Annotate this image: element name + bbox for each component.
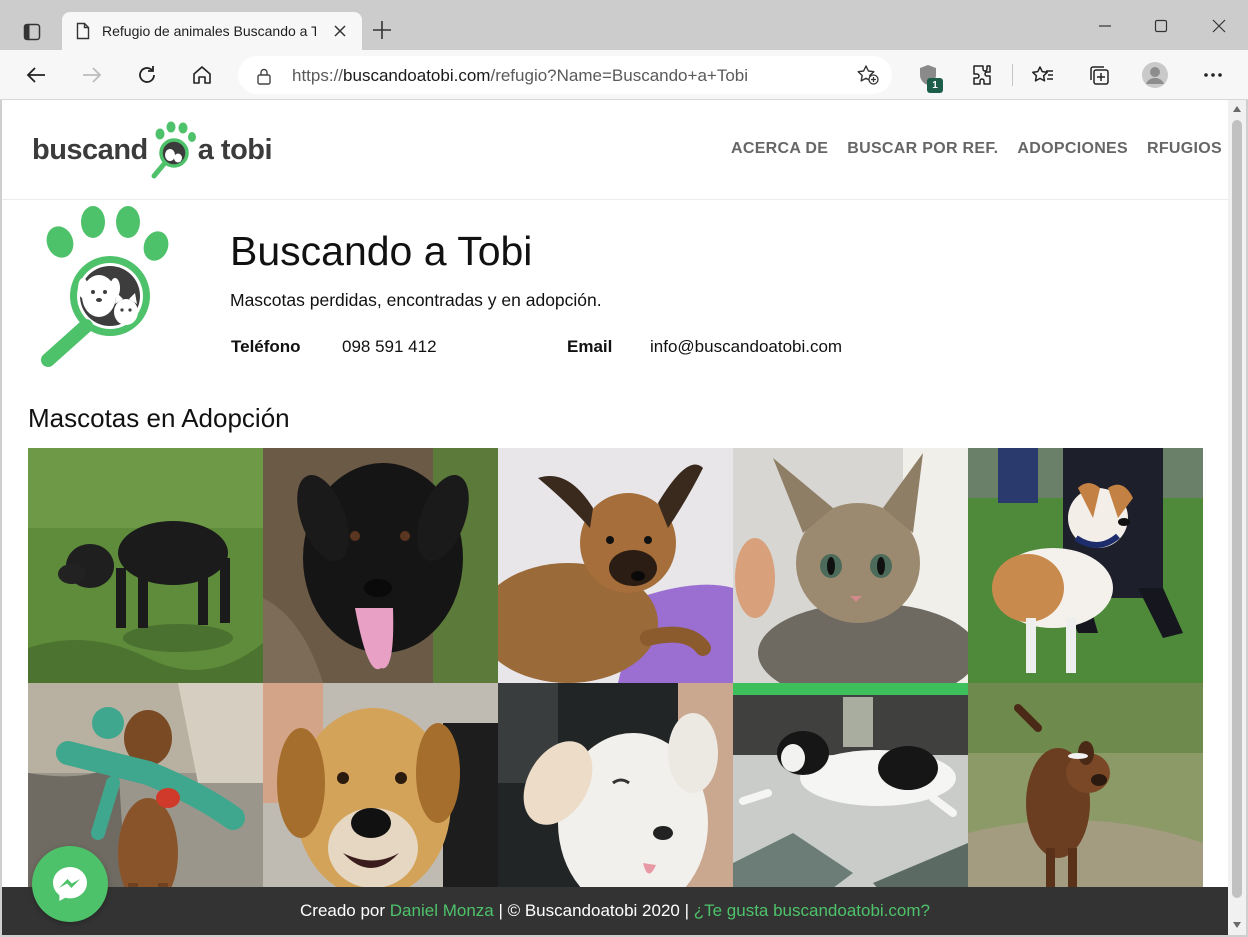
footer-feedback-link[interactable]: ¿Te gusta buscandoatobi.com? bbox=[694, 901, 930, 921]
footer-author-link[interactable]: Daniel Monza bbox=[390, 901, 494, 921]
pet-card-1[interactable] bbox=[28, 448, 263, 683]
pet-photo-tabby-kitten bbox=[733, 448, 968, 683]
collections-icon[interactable] bbox=[1085, 61, 1113, 89]
pet-photo-brown-dog-grass bbox=[968, 683, 1203, 918]
maximize-icon[interactable] bbox=[1149, 14, 1173, 38]
phone-label: Teléfono bbox=[231, 337, 301, 356]
logo-text-end: a tobi bbox=[197, 133, 273, 166]
paw-magnifier-logo-icon bbox=[151, 121, 196, 179]
page-scrollbar[interactable] bbox=[1228, 100, 1246, 935]
scroll-down-arrow-icon[interactable] bbox=[1233, 922, 1241, 928]
extensions-icon[interactable] bbox=[968, 61, 996, 89]
pet-photo-black-dog-tongue bbox=[263, 448, 498, 683]
pet-card-3[interactable] bbox=[498, 448, 733, 683]
browser-toolbar: https://buscandoatobi.com/refugio?Name=B… bbox=[0, 50, 1248, 100]
scroll-up-arrow-icon[interactable] bbox=[1233, 106, 1241, 112]
pet-photo-white-puppy bbox=[498, 683, 733, 918]
extension-badge: 1 bbox=[927, 78, 943, 93]
home-icon[interactable] bbox=[188, 61, 216, 89]
refresh-icon[interactable] bbox=[133, 61, 161, 89]
site-footer: Creado por Daniel Monza | © Buscandoatob… bbox=[2, 887, 1228, 935]
pet-photo-white-brown-dog bbox=[968, 448, 1203, 683]
page-icon bbox=[76, 22, 90, 40]
shelter-description: Mascotas perdidas, encontradas y en adop… bbox=[230, 290, 602, 310]
tab-title: Refugio de animales Buscando a Tobi bbox=[102, 23, 316, 39]
nav-about[interactable]: ACERCA DE bbox=[731, 140, 828, 158]
pet-photo-black-dog bbox=[28, 448, 263, 683]
shelter-paw-logo-icon bbox=[41, 206, 169, 367]
shelter-name: Buscando a Tobi bbox=[230, 228, 533, 274]
adoption-section-title: Mascotas en Adopción bbox=[28, 403, 290, 433]
url-path: /refugio?Name=Buscando+a+Tobi bbox=[490, 66, 749, 85]
pet-card-2[interactable] bbox=[263, 448, 498, 683]
lock-icon[interactable] bbox=[256, 67, 272, 85]
messenger-chat-button[interactable] bbox=[32, 846, 108, 922]
phone-value: 098 591 412 bbox=[342, 337, 437, 356]
messenger-icon bbox=[53, 867, 87, 901]
main-nav: ACERCA DE BUSCAR POR REF. ADOPCIONES RFU… bbox=[731, 140, 1222, 158]
back-icon[interactable] bbox=[22, 61, 50, 89]
pet-card-10[interactable] bbox=[968, 683, 1203, 918]
address-bar[interactable]: https://buscandoatobi.com/refugio?Name=B… bbox=[238, 56, 892, 94]
scrollbar-thumb[interactable] bbox=[1232, 120, 1242, 898]
email-label: Email bbox=[567, 337, 613, 356]
toolbar-separator bbox=[1012, 64, 1013, 86]
site-logo[interactable]: buscand a tobi bbox=[32, 118, 273, 182]
page-viewport: buscand a tobi ACERCA DE BUSCAR POR REF.… bbox=[2, 100, 1228, 935]
new-tab-icon[interactable] bbox=[370, 18, 394, 42]
close-window-icon[interactable] bbox=[1207, 14, 1231, 38]
profile-avatar-icon[interactable] bbox=[1141, 61, 1169, 89]
favorites-icon[interactable] bbox=[1029, 61, 1057, 89]
nav-search-by-ref[interactable]: BUSCAR POR REF. bbox=[847, 140, 998, 158]
footer-created-by: Creado por bbox=[300, 901, 390, 920]
more-menu-icon[interactable] bbox=[1199, 61, 1227, 89]
url-host: buscandoatobi.com bbox=[343, 66, 491, 85]
footer-copyright: | © Buscandoatobi 2020 | bbox=[493, 901, 694, 920]
pet-card-7[interactable] bbox=[263, 683, 498, 918]
browser-tab-strip: Refugio de animales Buscando a Tobi bbox=[0, 0, 1248, 50]
add-favorite-icon[interactable] bbox=[856, 64, 880, 86]
pet-card-4[interactable] bbox=[733, 448, 968, 683]
url-scheme: https:// bbox=[292, 66, 344, 85]
url-text[interactable]: https://buscandoatobi.com/refugio?Name=B… bbox=[292, 66, 748, 86]
pet-grid bbox=[28, 448, 1203, 918]
pet-card-9[interactable] bbox=[733, 683, 968, 918]
tab-actions-icon[interactable] bbox=[14, 14, 50, 50]
pet-photo-brown-puppy bbox=[498, 448, 733, 683]
email-value[interactable]: info@buscandoatobi.com bbox=[650, 337, 842, 357]
pet-photo-golden-dog bbox=[263, 683, 498, 918]
pet-photo-black-white-dog bbox=[733, 683, 968, 918]
site-header: buscand a tobi ACERCA DE BUSCAR POR REF.… bbox=[2, 100, 1228, 200]
nav-adoptions[interactable]: ADOPCIONES bbox=[1017, 140, 1128, 158]
minimize-icon[interactable] bbox=[1093, 14, 1117, 38]
nav-shelters[interactable]: RFUGIOS bbox=[1147, 140, 1222, 158]
close-tab-icon[interactable] bbox=[332, 23, 348, 39]
browser-tab[interactable]: Refugio de animales Buscando a Tobi bbox=[62, 12, 362, 50]
logo-text-start: buscand bbox=[32, 133, 148, 166]
pet-card-8[interactable] bbox=[498, 683, 733, 918]
pet-card-5[interactable] bbox=[968, 448, 1203, 683]
forward-icon[interactable] bbox=[78, 61, 106, 89]
